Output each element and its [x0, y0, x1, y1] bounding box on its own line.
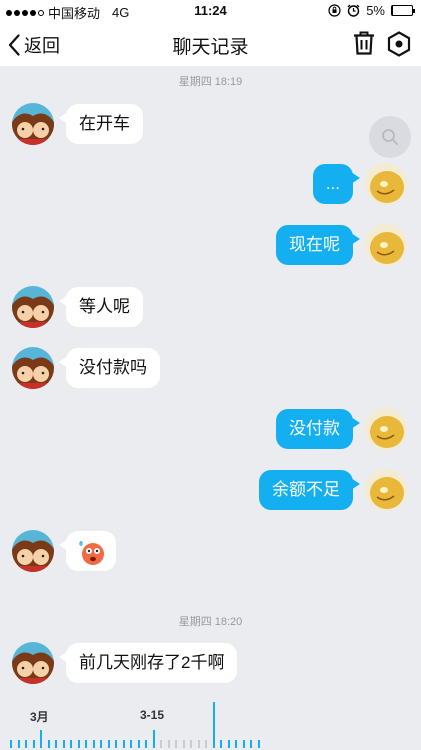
message-row: 没付款 — [276, 408, 407, 450]
timeline-tick — [220, 740, 222, 748]
timestamp-separator: 星期四 18:19 — [178, 76, 243, 88]
trash-icon — [354, 31, 374, 55]
timeline-tick — [62, 740, 65, 748]
timeline-tick — [100, 740, 102, 748]
message-row: 现在呢 — [276, 224, 407, 266]
battery-icon — [391, 5, 415, 16]
couple-cartoon-avatar-icon — [12, 347, 54, 389]
timeline-tick — [242, 740, 245, 748]
shocked-face-emoji-icon — [79, 540, 104, 565]
timeline-tick — [70, 740, 72, 748]
message-bubble-outgoing[interactable]: 余额不足 — [259, 470, 360, 510]
timeline-tick — [197, 740, 200, 748]
message-bubble-incoming[interactable]: 前几天刚存了2千啊 — [58, 643, 238, 683]
message-row: 余额不足 — [259, 469, 407, 511]
alarm-icon — [347, 4, 360, 17]
message-row: 没付款吗 — [12, 347, 160, 389]
timeline-tick — [257, 740, 260, 748]
timeline-tick — [190, 740, 192, 748]
timeline-tick — [17, 740, 20, 748]
timeline-tick — [77, 740, 80, 748]
my-avatar[interactable] — [365, 469, 407, 511]
navigation-bar: 返回 聊天记录 — [0, 22, 421, 66]
message-row: ... — [312, 163, 407, 205]
timeline-tick — [55, 740, 57, 748]
couple-cartoon-avatar-icon — [12, 642, 54, 684]
yellow-cartoon-avatar-icon — [365, 408, 407, 450]
timeline-tick — [40, 730, 42, 748]
yellow-cartoon-avatar-icon — [365, 224, 407, 266]
my-avatar[interactable] — [365, 408, 407, 450]
contact-avatar[interactable] — [12, 103, 54, 145]
timeline-tick — [107, 740, 110, 748]
my-avatar[interactable] — [365, 224, 407, 266]
couple-cartoon-avatar-icon — [12, 103, 54, 145]
timeline-tick — [212, 702, 215, 748]
yellow-cartoon-avatar-icon — [365, 469, 407, 511]
timeline-tick — [167, 740, 170, 748]
timeline-tick — [160, 740, 162, 748]
timestamp-separator: 星期四 18:20 — [178, 616, 243, 628]
timeline-tick — [175, 740, 177, 748]
timeline-tick — [145, 740, 147, 748]
message-bubble-incoming[interactable]: 没付款吗 — [59, 348, 160, 388]
delete-button[interactable] — [353, 31, 375, 60]
hexagon-settings-icon — [387, 31, 411, 57]
timeline-tick — [92, 740, 95, 748]
message-bubble-incoming[interactable]: 等人呢 — [59, 287, 143, 327]
contact-avatar[interactable] — [12, 642, 54, 684]
settings-button[interactable] — [387, 31, 411, 62]
timeline-tick — [250, 740, 252, 748]
battery-label: 5% — [366, 3, 385, 18]
status-bar: 中国移动 4G 11:24 5% — [0, 0, 421, 22]
message-row: 在开车 — [12, 103, 143, 145]
timeline-tick — [25, 740, 27, 748]
timeline-tick — [47, 740, 50, 748]
timeline-label-month: 3月 — [30, 710, 49, 724]
timeline-tick — [182, 740, 185, 748]
date-timeline-scrubber[interactable]: 3月 3-15 — [0, 700, 421, 750]
my-avatar[interactable] — [365, 163, 407, 205]
contact-avatar[interactable] — [12, 530, 54, 572]
timeline-tick — [137, 740, 140, 748]
status-right: 5% — [328, 3, 415, 18]
search-icon — [382, 129, 398, 145]
timeline-tick — [122, 740, 125, 748]
timeline-label-date: 3-15 — [140, 708, 165, 722]
couple-cartoon-avatar-icon — [12, 530, 54, 572]
timeline-tick — [85, 740, 87, 748]
contact-avatar[interactable] — [12, 347, 54, 389]
timeline-tick — [227, 740, 230, 748]
timeline-tick — [32, 740, 35, 748]
message-bubble-outgoing[interactable]: ... — [312, 164, 361, 204]
timeline-tick — [10, 740, 12, 748]
message-bubble-incoming[interactable]: 在开车 — [59, 104, 143, 144]
message-row: 前几天刚存了2千啊 — [12, 642, 238, 684]
timeline-tick — [152, 730, 155, 748]
timeline-tick — [205, 740, 207, 748]
message-row — [12, 530, 116, 572]
timeline-tick — [235, 740, 237, 748]
orientation-lock-icon — [328, 4, 341, 17]
message-bubble-outgoing[interactable]: 没付款 — [276, 409, 360, 449]
message-row: 等人呢 — [12, 286, 143, 328]
search-button[interactable] — [369, 116, 411, 158]
message-bubble-incoming[interactable] — [59, 531, 116, 571]
yellow-cartoon-avatar-icon — [365, 163, 407, 205]
timeline-tick — [130, 740, 132, 748]
couple-cartoon-avatar-icon — [12, 286, 54, 328]
contact-avatar[interactable] — [12, 286, 54, 328]
timeline-tick — [115, 740, 117, 748]
message-bubble-outgoing[interactable]: 现在呢 — [276, 225, 360, 265]
